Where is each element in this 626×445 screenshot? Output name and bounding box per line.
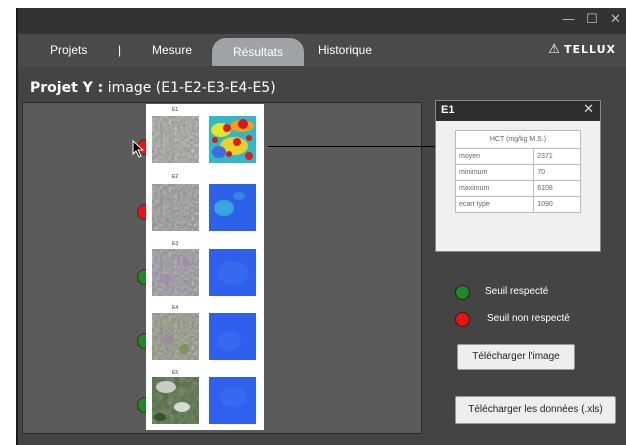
table-row: maximum 6108 bbox=[454, 180, 581, 197]
sample-heatmap-e1[interactable] bbox=[209, 116, 256, 163]
table-row: minimum 70 bbox=[454, 164, 581, 181]
sample-label-e2: E2 bbox=[172, 174, 179, 180]
legend-ok-dot bbox=[455, 285, 470, 300]
download-data-button[interactable]: Télécharger les données (.xls) bbox=[455, 396, 616, 424]
tab-mesure[interactable]: Mesure bbox=[152, 43, 192, 57]
sample-label-e5: E5 bbox=[172, 370, 179, 376]
close-icon[interactable]: ✕ bbox=[583, 102, 594, 117]
title-bar: — ☐ ✕ bbox=[18, 8, 626, 34]
page-title-project: Projet Y : bbox=[30, 80, 104, 96]
sample-photo-e3[interactable] bbox=[152, 249, 199, 296]
sample-photo-e5[interactable] bbox=[152, 377, 199, 424]
sample-label-e1: E1 bbox=[172, 107, 179, 113]
minimize-icon[interactable]: — bbox=[562, 12, 575, 28]
stat-value: 1090 bbox=[533, 196, 581, 213]
popup-title: E1 bbox=[441, 104, 455, 116]
stat-label: maximum bbox=[454, 180, 535, 197]
tab-separator: | bbox=[118, 43, 122, 57]
sample-photo-e2[interactable] bbox=[152, 184, 199, 231]
stat-value: 2371 bbox=[533, 148, 581, 165]
stat-value: 6108 bbox=[533, 180, 581, 197]
tab-resultats[interactable]: Résultats bbox=[212, 38, 304, 66]
stats-table: HCT (mg/kg M.S.) moyen 2371 minimum 70 m… bbox=[454, 130, 581, 213]
mouse-cursor-icon bbox=[132, 140, 145, 158]
brand-logo: ⚠ TELLUX bbox=[548, 42, 616, 57]
sample-heatmap-e4[interactable] bbox=[209, 313, 256, 360]
page-title: Projet Y : image (E1-E2-E3-E4-E5) bbox=[30, 80, 276, 96]
close-icon[interactable]: ✕ bbox=[610, 12, 621, 28]
sample-photo-e1[interactable] bbox=[152, 116, 199, 163]
tab-historique[interactable]: Historique bbox=[318, 43, 372, 57]
stat-value: 70 bbox=[533, 164, 581, 181]
table-row: moyen 2371 bbox=[454, 148, 581, 165]
sample-label-e4: E4 bbox=[172, 305, 179, 311]
page-title-image: image (E1-E2-E3-E4-E5) bbox=[103, 80, 276, 96]
stats-popup: E1 ✕ HCT (mg/kg M.S.) moyen 2371 minimum… bbox=[435, 100, 601, 252]
sample-photo-e4[interactable] bbox=[152, 313, 199, 360]
stat-label: minimum bbox=[454, 164, 535, 181]
tellux-logo-icon: ⚠ bbox=[548, 42, 561, 57]
table-row: ecart type 1090 bbox=[454, 196, 581, 213]
sample-heatmap-e3[interactable] bbox=[209, 249, 256, 296]
stat-label: ecart type bbox=[454, 196, 535, 213]
legend-ok-label: Seuil respecté bbox=[485, 286, 549, 297]
download-image-button[interactable]: Télécharger l'image bbox=[457, 344, 575, 370]
sample-card: E1 E2 E3 E4 E5 bbox=[146, 104, 264, 430]
stat-label: moyen bbox=[454, 148, 535, 165]
nav-bar: Projets | Mesure Résultats Historique ⚠ T… bbox=[18, 34, 626, 66]
brand-name: TELLUX bbox=[563, 43, 616, 56]
legend-not-ok-label: Seuil non respecté bbox=[487, 313, 570, 324]
sample-label-e3: E3 bbox=[172, 241, 179, 247]
sample-heatmap-e2[interactable] bbox=[209, 184, 256, 231]
tab-projets[interactable]: Projets bbox=[50, 43, 87, 57]
connector-line bbox=[268, 146, 436, 147]
legend-not-ok-dot bbox=[455, 312, 470, 327]
maximize-icon[interactable]: ☐ bbox=[586, 12, 598, 28]
stats-table-header: HCT (mg/kg M.S.) bbox=[455, 130, 581, 149]
popup-header: E1 ✕ bbox=[436, 101, 600, 121]
sample-heatmap-e5[interactable] bbox=[209, 377, 256, 424]
